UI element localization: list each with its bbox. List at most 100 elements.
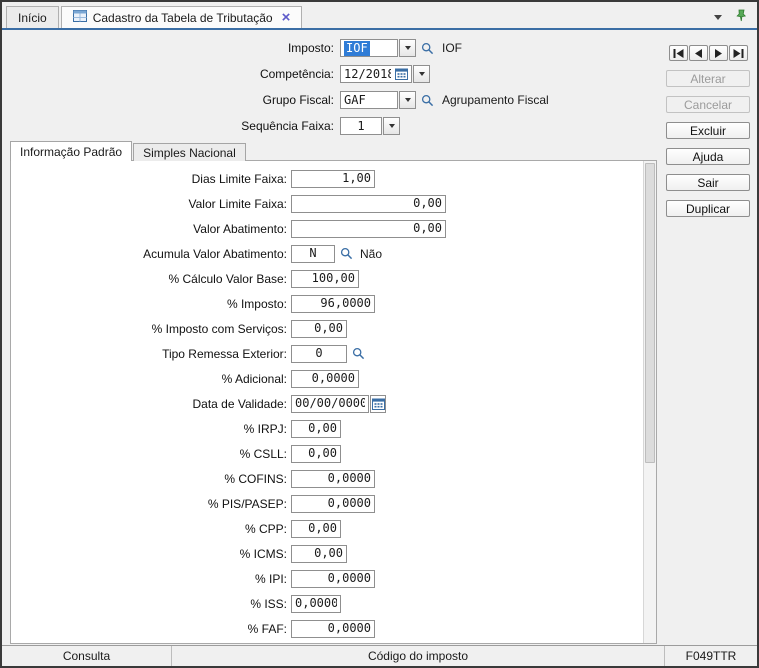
form-row: % Cálculo Valor Base: 100,00 xyxy=(11,266,642,291)
last-record-button[interactable] xyxy=(729,45,748,61)
field-input[interactable]: 0,0000 xyxy=(291,620,375,638)
form-row: % ICMS: 0,00 xyxy=(11,541,642,566)
field-input[interactable]: 0,00 xyxy=(291,420,341,438)
action-panel: Alterar Cancelar Excluir Ajuda Sair Dupl… xyxy=(665,45,751,217)
calendar-button[interactable] xyxy=(370,395,386,413)
status-message: Código do imposto xyxy=(172,646,665,666)
menu-caret-icon[interactable] xyxy=(714,15,722,20)
chevron-down-icon xyxy=(419,72,425,76)
previous-record-button[interactable] xyxy=(689,45,708,61)
search-icon[interactable] xyxy=(352,347,365,360)
duplicar-button[interactable]: Duplicar xyxy=(666,200,750,217)
field-value: 0,0000 xyxy=(295,596,337,611)
ajuda-button[interactable]: Ajuda xyxy=(666,148,750,165)
first-record-button[interactable] xyxy=(669,45,688,61)
calendar-icon[interactable] xyxy=(395,68,408,80)
grupo-fiscal-description: Agrupamento Fiscal xyxy=(442,93,549,107)
sequencia-faixa-value: 1 xyxy=(357,119,364,134)
field-input[interactable]: 00/00/0000 xyxy=(291,395,369,413)
imposto-dropdown-button[interactable] xyxy=(399,39,416,57)
field-label: % ISS: xyxy=(11,597,287,611)
competencia-value: 12/2018 xyxy=(344,67,391,82)
excluir-button[interactable]: Excluir xyxy=(666,122,750,139)
field-input[interactable]: 0,00 xyxy=(291,220,446,238)
grupo-fiscal-value: GAF xyxy=(344,93,394,108)
status-bar: Consulta Código do imposto F049TTR xyxy=(2,645,757,666)
field-label: % PIS/PASEP: xyxy=(11,497,287,511)
field-label: % Imposto: xyxy=(11,297,287,311)
alterar-button: Alterar xyxy=(666,70,750,87)
close-tab-icon[interactable]: × xyxy=(282,12,291,24)
field-input[interactable]: 0,0000 xyxy=(291,495,375,513)
field-input[interactable]: N xyxy=(291,245,335,263)
pin-icon[interactable] xyxy=(735,9,747,25)
tab-cadastro-tributacao[interactable]: Cadastro da Tabela de Tributação × xyxy=(61,6,303,28)
field-suffix: Não xyxy=(360,247,382,261)
grupo-fiscal-row: Grupo Fiscal: GAF Agrupamento Fiscal xyxy=(2,87,662,113)
field-value: N xyxy=(295,246,331,261)
field-input[interactable]: 0 xyxy=(291,345,347,363)
field-input[interactable]: 0,00 xyxy=(291,195,446,213)
field-label: % Adicional: xyxy=(11,372,287,386)
field-input[interactable]: 0,0000 xyxy=(291,595,341,613)
field-input[interactable]: 0,00 xyxy=(291,520,341,538)
vertical-scrollbar[interactable] xyxy=(643,161,656,643)
competencia-input[interactable]: 12/2018 xyxy=(340,65,412,83)
tab-informacao-padrao[interactable]: Informação Padrão xyxy=(10,141,132,161)
sequencia-faixa-row: Sequência Faixa: 1 xyxy=(2,113,662,139)
imposto-search-icon[interactable] xyxy=(421,42,434,55)
field-value: 96,0000 xyxy=(295,296,371,311)
tab-simples-nacional[interactable]: Simples Nacional xyxy=(133,143,246,161)
competencia-dropdown-button[interactable] xyxy=(413,65,430,83)
form-row: % PIS/PASEP: 0,0000 xyxy=(11,491,642,516)
form-row: % IRPJ: 0,00 xyxy=(11,416,642,441)
field-input[interactable]: 0,0000 xyxy=(291,570,375,588)
tab-inicio[interactable]: Início xyxy=(6,6,59,28)
cancelar-button: Cancelar xyxy=(666,96,750,113)
search-icon[interactable] xyxy=(340,247,353,260)
grupo-fiscal-search-icon[interactable] xyxy=(421,94,434,107)
field-label: % FAF: xyxy=(11,622,287,636)
field-label: % Imposto com Serviços: xyxy=(11,322,287,336)
record-navigation xyxy=(669,45,748,61)
field-input[interactable]: 100,00 xyxy=(291,270,359,288)
scrollbar-thumb[interactable] xyxy=(645,163,655,463)
field-input[interactable]: 0,00 xyxy=(291,445,341,463)
imposto-input[interactable]: IOF xyxy=(340,39,398,57)
grupo-fiscal-input[interactable]: GAF xyxy=(340,91,398,109)
field-value: 0,0000 xyxy=(295,571,371,586)
form-row: Dias Limite Faixa: 1,00 xyxy=(11,166,642,191)
field-value: 0,00 xyxy=(295,321,343,336)
imposto-value: IOF xyxy=(344,41,370,56)
field-label: Data de Validade: xyxy=(11,397,287,411)
field-value: 100,00 xyxy=(295,271,355,286)
form-row: Valor Limite Faixa: 0,00 xyxy=(11,191,642,216)
form-row: % Adicional: 0,0000 xyxy=(11,366,642,391)
field-value: 0,0000 xyxy=(295,496,371,511)
field-value: 0,0000 xyxy=(295,371,355,386)
field-input[interactable]: 0,00 xyxy=(291,320,347,338)
field-label: % CSLL: xyxy=(11,447,287,461)
app-window: Início Cadastro da Tabela de Tributação … xyxy=(0,0,759,668)
window-tabbar: Início Cadastro da Tabela de Tributação … xyxy=(2,2,757,30)
tab-inicio-label: Início xyxy=(18,11,47,25)
sequencia-faixa-input[interactable]: 1 xyxy=(340,117,382,135)
field-value: 0,00 xyxy=(295,221,442,236)
field-input[interactable]: 0,0000 xyxy=(291,370,359,388)
sair-button[interactable]: Sair xyxy=(666,174,750,191)
competencia-row: Competência: 12/2018 xyxy=(2,61,662,87)
header-fields: Imposto: IOF IOF Competência: 12/2018 Gr… xyxy=(2,35,662,139)
form-row: % CPP: 0,00 xyxy=(11,516,642,541)
sequencia-faixa-dropdown-button[interactable] xyxy=(383,117,400,135)
grupo-fiscal-dropdown-button[interactable] xyxy=(399,91,416,109)
field-label: % COFINS: xyxy=(11,472,287,486)
field-label: Valor Limite Faixa: xyxy=(11,197,287,211)
field-input[interactable]: 96,0000 xyxy=(291,295,375,313)
next-record-button[interactable] xyxy=(709,45,728,61)
field-label: Tipo Remessa Exterior: xyxy=(11,347,287,361)
field-value: 0,00 xyxy=(295,421,337,436)
field-input[interactable]: 0,00 xyxy=(291,545,347,563)
field-input[interactable]: 0,0000 xyxy=(291,470,375,488)
field-label: Dias Limite Faixa: xyxy=(11,172,287,186)
field-input[interactable]: 1,00 xyxy=(291,170,375,188)
